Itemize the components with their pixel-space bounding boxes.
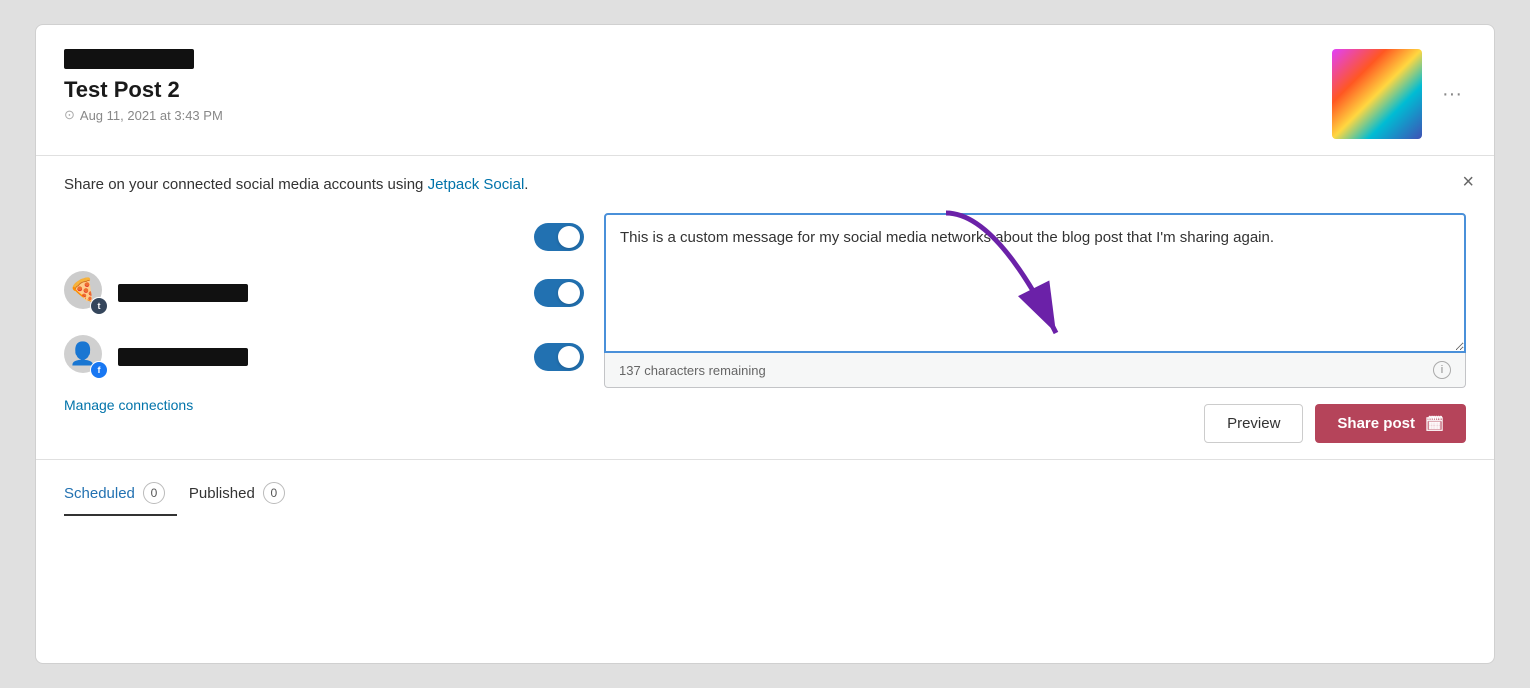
tab-scheduled-count: 0 bbox=[143, 482, 165, 504]
tab-published-label: Published bbox=[189, 485, 255, 502]
facebook-account-info: 👤 f bbox=[64, 335, 248, 379]
toggle-only-row bbox=[64, 213, 584, 261]
share-post-button[interactable]: Share post 🗓 bbox=[1315, 404, 1466, 443]
post-thumbnail bbox=[1332, 49, 1422, 139]
account-toggle-tumblr[interactable] bbox=[534, 279, 584, 307]
main-card: Test Post 2 ⊙ Aug 11, 2021 at 3:43 PM ··… bbox=[35, 24, 1495, 664]
message-textarea[interactable] bbox=[604, 213, 1466, 353]
char-counter: 137 characters remaining i bbox=[604, 353, 1466, 388]
card-footer: Scheduled 0 Published 0 bbox=[36, 460, 1494, 522]
facebook-account-row: 👤 f bbox=[64, 325, 584, 389]
facebook-avatar-wrapper: 👤 f bbox=[64, 335, 108, 379]
more-options-icon[interactable]: ··· bbox=[1438, 79, 1466, 110]
content-columns: 🍕 t 👤 f bbox=[64, 213, 1466, 443]
tab-scheduled[interactable]: Scheduled 0 bbox=[64, 476, 177, 516]
card-header: Test Post 2 ⊙ Aug 11, 2021 at 3:43 PM ··… bbox=[36, 25, 1494, 156]
clock-icon: ⊙ bbox=[64, 107, 75, 123]
manage-connections-link[interactable]: Manage connections bbox=[64, 397, 584, 413]
share-calendar-icon: 🗓 bbox=[1425, 415, 1444, 433]
header-right: ··· bbox=[1332, 49, 1466, 139]
message-area: 137 characters remaining i Preview Share… bbox=[604, 213, 1466, 443]
share-post-label: Share post bbox=[1337, 415, 1415, 432]
tumblr-account-name-redacted bbox=[118, 284, 248, 302]
share-description: Share on your connected social media acc… bbox=[64, 176, 1466, 193]
close-button[interactable]: × bbox=[1462, 172, 1474, 192]
post-info: Test Post 2 ⊙ Aug 11, 2021 at 3:43 PM bbox=[64, 49, 223, 123]
tab-published-count: 0 bbox=[263, 482, 285, 504]
post-title: Test Post 2 bbox=[64, 77, 223, 103]
account-toggle-1[interactable] bbox=[534, 223, 584, 251]
info-icon[interactable]: i bbox=[1433, 361, 1451, 379]
card-body: Share on your connected social media acc… bbox=[36, 156, 1494, 460]
tab-published[interactable]: Published 0 bbox=[189, 476, 297, 516]
tab-scheduled-label: Scheduled bbox=[64, 485, 135, 502]
preview-button[interactable]: Preview bbox=[1204, 404, 1303, 443]
jetpack-social-link[interactable]: Jetpack Social bbox=[428, 176, 525, 193]
redacted-title-bar bbox=[64, 49, 194, 69]
facebook-badge: f bbox=[90, 361, 108, 379]
post-date: ⊙ Aug 11, 2021 at 3:43 PM bbox=[64, 107, 223, 123]
social-accounts-panel: 🍕 t 👤 f bbox=[64, 213, 584, 413]
tumblr-account-info: 🍕 t bbox=[64, 271, 248, 315]
tumblr-badge: t bbox=[90, 297, 108, 315]
tumblr-account-row: 🍕 t bbox=[64, 261, 584, 325]
action-buttons: Preview Share post 🗓 bbox=[604, 404, 1466, 443]
facebook-account-name-redacted bbox=[118, 348, 248, 366]
account-toggle-facebook[interactable] bbox=[534, 343, 584, 371]
tumblr-avatar-wrapper: 🍕 t bbox=[64, 271, 108, 315]
char-remaining-text: 137 characters remaining bbox=[619, 363, 766, 378]
